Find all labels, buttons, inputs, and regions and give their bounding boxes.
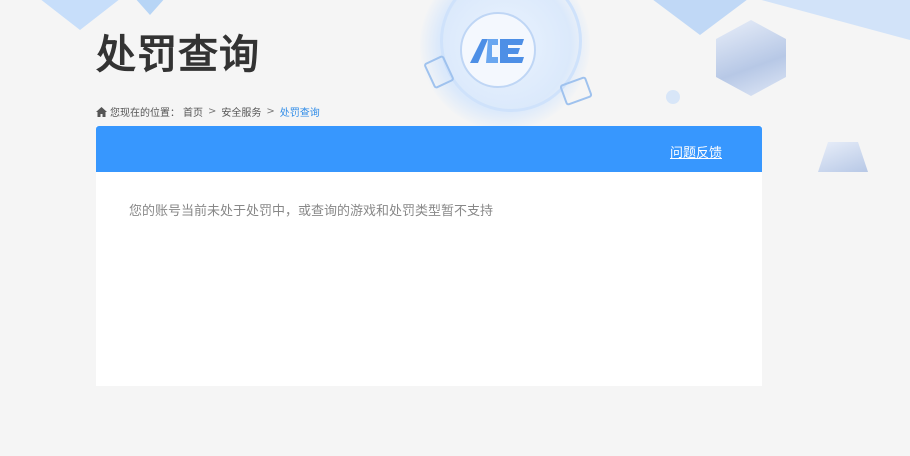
result-panel: 问题反馈 您的账号当前未处于处罚中，或查询的游戏和处罚类型暂不支持	[96, 126, 762, 386]
breadcrumb: 您现在的位置： 首页 > 安全服务 > 处罚查询	[96, 104, 320, 119]
ace-logo-icon	[470, 39, 524, 63]
home-icon	[96, 106, 107, 117]
breadcrumb-separator: >	[266, 106, 275, 117]
ace-logo	[460, 12, 536, 88]
breadcrumb-security-link[interactable]: 安全服务	[221, 104, 261, 119]
result-message: 您的账号当前未处于处罚中，或查询的游戏和处罚类型暂不支持	[129, 204, 494, 219]
panel-body: 您的账号当前未处于处罚中，或查询的游戏和处罚类型暂不支持	[96, 172, 762, 247]
background-dot	[666, 90, 680, 104]
breadcrumb-prefix: 您现在的位置：	[110, 108, 180, 119]
breadcrumb-current: 处罚查询	[279, 108, 320, 119]
character-avatar-decoration	[818, 142, 868, 172]
background-triangle	[110, 0, 190, 15]
page-title: 处罚查询	[96, 32, 260, 78]
feedback-link[interactable]: 问题反馈	[670, 142, 722, 161]
panel-header: 问题反馈	[96, 126, 762, 172]
breadcrumb-home-link[interactable]: 首页	[183, 104, 203, 119]
breadcrumb-separator: >	[208, 106, 217, 117]
